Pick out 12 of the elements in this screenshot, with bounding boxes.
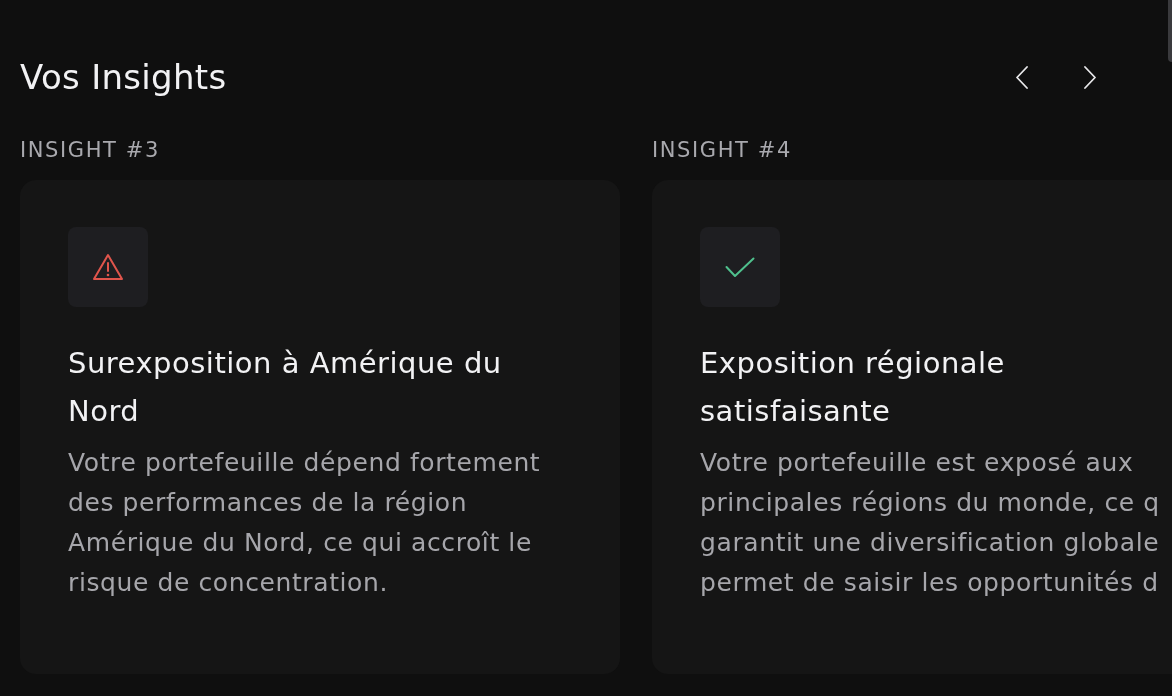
checkmark-icon bbox=[725, 256, 755, 278]
chevron-right-icon bbox=[1084, 65, 1096, 89]
insight-description: Votre portefeuille dépend fortement des performances de la région Amérique du Nord, ce qui accroît le risque de concentration. bbox=[68, 447, 541, 599]
insight-label: INSIGHT #4 bbox=[652, 138, 792, 162]
insight-title: Exposition régionale satisfaisante bbox=[700, 345, 1006, 430]
chevron-left-icon bbox=[1016, 65, 1028, 89]
insight-title: Surexposition à Amérique du Nord bbox=[68, 345, 503, 430]
warning-icon bbox=[92, 253, 124, 281]
scrollbar-thumb bbox=[1168, 0, 1172, 62]
insight-description: Votre portefeuille est exposé aux principales régions du monde, ce q garantit une diversification globale permet de saisir les opportunités d bbox=[700, 447, 1160, 599]
section-title: Vos Insights bbox=[20, 57, 227, 97]
insight-label: INSIGHT #3 bbox=[20, 138, 160, 162]
